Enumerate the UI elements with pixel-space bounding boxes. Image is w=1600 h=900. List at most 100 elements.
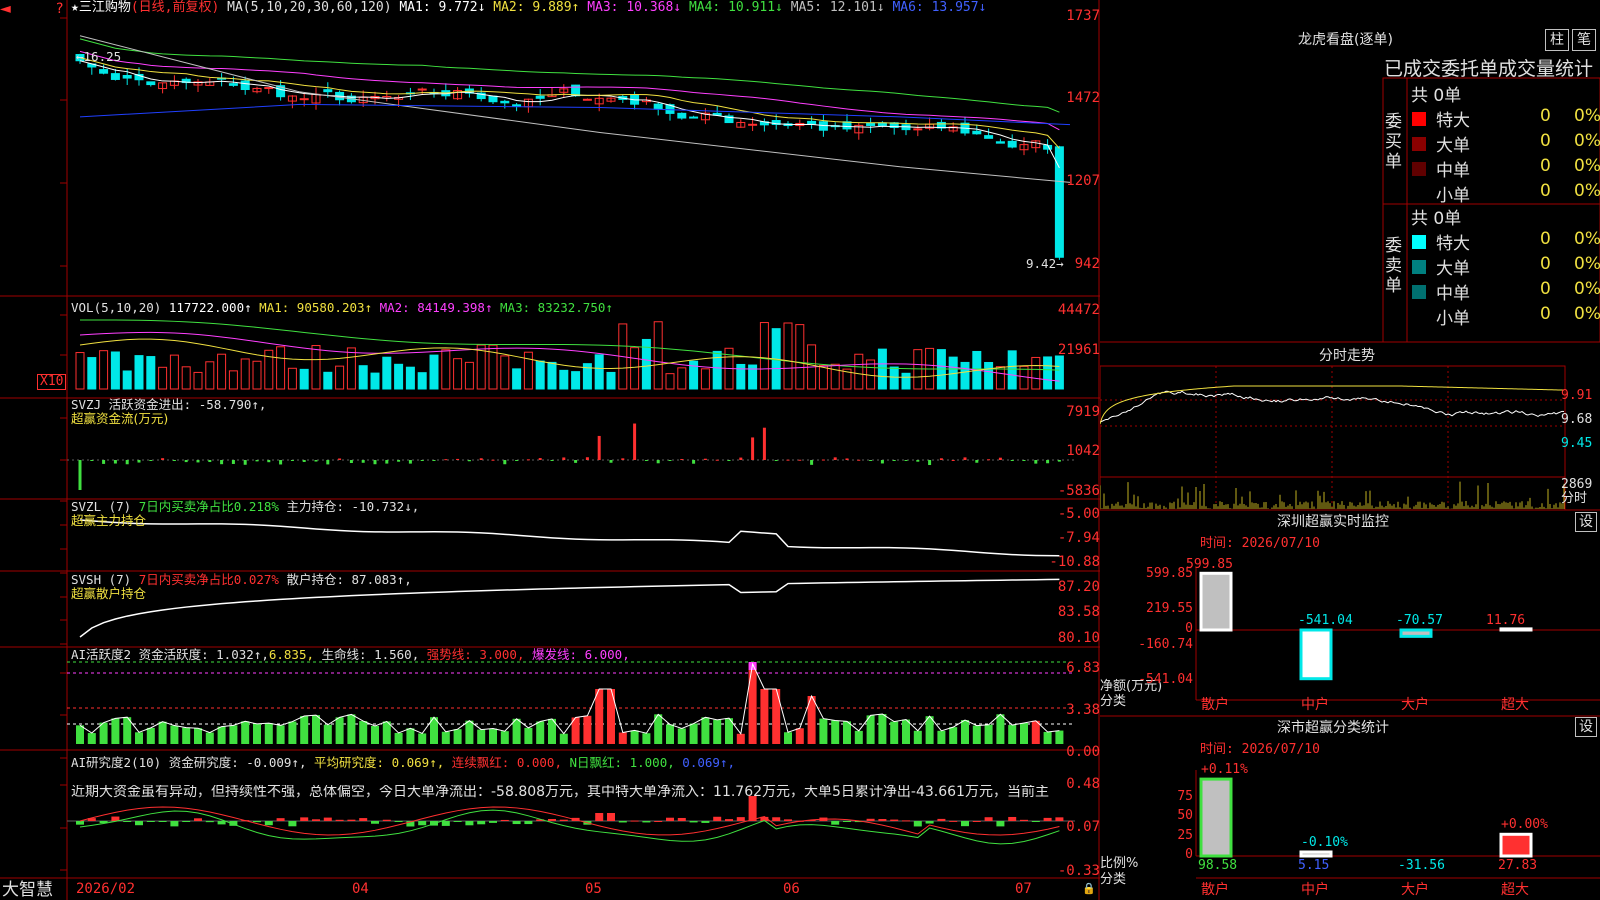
next-arrow-icon[interactable]: ?: [56, 2, 63, 16]
volume-bar: [358, 365, 368, 390]
szm-category: 散户: [1201, 697, 1229, 713]
research-bar: [335, 819, 344, 821]
flow-bar: [1057, 460, 1061, 462]
flow-bar: [397, 460, 401, 462]
flow-bar: [774, 460, 778, 461]
volume-bar: [158, 366, 168, 390]
activity-bar: [359, 721, 368, 744]
research-bar: [312, 819, 320, 821]
ai-active-axis-label: 0.00: [1066, 744, 1100, 760]
flow-bar: [102, 460, 106, 464]
candle: [240, 80, 250, 91]
tick-view-button[interactable]: 笔: [1572, 29, 1596, 51]
longhu-name: 大单: [1436, 136, 1470, 156]
main-chart-area[interactable]: ★三江购物(日线,前复权) MA(5,10,20,30,60,120) MA1:…: [0, 0, 1100, 900]
longhu-num: 0: [1540, 181, 1551, 201]
szs-bar: [1299, 850, 1333, 858]
volume-bar: [335, 365, 345, 390]
lock-icon[interactable]: 🔒: [1082, 882, 1096, 896]
activity-bar: [1043, 731, 1052, 744]
szm-category: 大户: [1401, 697, 1429, 713]
activity-bar: [241, 721, 250, 744]
activity-bar: [524, 727, 533, 744]
activity-bar: [335, 717, 344, 744]
flow-bar: [279, 460, 283, 465]
candle: [535, 95, 545, 99]
flow-bar: [208, 460, 212, 463]
research-bar: [866, 818, 875, 821]
longhu-pct: 0%: [1574, 229, 1600, 249]
szm-bar-label: -541.04: [1298, 613, 1353, 628]
candle: [866, 122, 876, 127]
candle: [417, 88, 427, 91]
brand-logo[interactable]: 大智慧: [2, 880, 53, 900]
ma3-line: [79, 50, 1060, 131]
chart-mode[interactable]: (日线,前复权): [131, 0, 219, 15]
volume-bar: [995, 366, 1005, 390]
longhu-num: 0: [1540, 254, 1551, 274]
flow-bar: [939, 458, 943, 460]
flow-bar: [172, 460, 176, 461]
activity-bar: [784, 732, 792, 744]
flow-bar: [184, 460, 188, 463]
szs-change-label: -0.10%: [1301, 834, 1348, 850]
prev-arrow-icon[interactable]: ◄: [0, 2, 11, 16]
flow-bar: [562, 457, 566, 460]
sz-stats-time: 时间: 2026/07/10: [1200, 742, 1320, 757]
activity-bar: [666, 724, 674, 744]
sz-monitor-settings-button[interactable]: 设: [1575, 512, 1597, 532]
volume-title: VOL(5,10,20): [71, 300, 162, 315]
activity-bar: [972, 725, 981, 744]
candle: [913, 128, 923, 131]
candle: [582, 98, 592, 101]
activity-bar: [913, 730, 922, 744]
sz-stats-settings-button[interactable]: 设: [1575, 717, 1597, 737]
szs-category: 散户: [1201, 882, 1229, 898]
volume-unit-badge[interactable]: X10: [37, 374, 67, 390]
flow-bar: [833, 457, 837, 460]
longhu-pct: 0%: [1574, 181, 1600, 201]
flow-bar: [928, 460, 932, 466]
research-bar: [217, 821, 226, 825]
szs-value-label: 27.83: [1498, 858, 1538, 873]
szm-axis-label: 219.55: [1146, 601, 1193, 616]
svzl-header: SVZL (7) 7日内买卖净占比0.218% 主力持仓: -10.732↓,: [71, 500, 419, 514]
research-bar: [135, 821, 143, 826]
research-bar: [925, 821, 934, 824]
activity-bar: [182, 727, 191, 744]
flow-bar: [1022, 460, 1026, 461]
activity-bar: [1020, 722, 1028, 744]
svzl-axis-label: -10.88: [1049, 554, 1100, 570]
activity-bar: [984, 724, 993, 744]
flow-bar: [326, 460, 330, 465]
volume-bar: [1043, 356, 1053, 390]
flow-bar: [220, 460, 224, 465]
flow-bar: [951, 459, 955, 461]
research-bar: [725, 819, 733, 821]
svsh-header: SVSH (7) 7日内买卖净占比0.027% 散户持仓: 87.083↑,: [71, 573, 412, 587]
research-bar: [937, 818, 946, 821]
research-bar: [949, 820, 958, 822]
activity-bar: [618, 732, 627, 744]
research-bar: [524, 821, 533, 825]
activity-bar: [536, 721, 545, 744]
longhu-pct: 0%: [1574, 131, 1600, 151]
szs-axis-label: 25: [1177, 828, 1193, 843]
flow-bar: [798, 459, 802, 461]
volume-bar: [571, 371, 581, 390]
volume-bar: [110, 351, 120, 390]
activity-bar: [323, 724, 332, 744]
research-bar: [194, 818, 202, 821]
bar-view-button[interactable]: 柱: [1545, 29, 1569, 51]
szm-bar-label: 599.85: [1186, 557, 1233, 573]
favorite-star-icon[interactable]: ★: [71, 0, 79, 15]
sz-monitor-title: 深圳超赢实时监控: [1277, 514, 1389, 530]
flow-bar: [1046, 460, 1050, 464]
research-bar: [382, 819, 391, 821]
szm-axis-label: 599.85: [1146, 566, 1193, 581]
volume-bar: [559, 369, 569, 390]
flow-bar: [267, 460, 271, 463]
volume-ma1: MA1: 90580.203↑: [259, 300, 373, 315]
stock-name: 三江购物: [78, 0, 131, 15]
volume-bar: [677, 367, 687, 390]
